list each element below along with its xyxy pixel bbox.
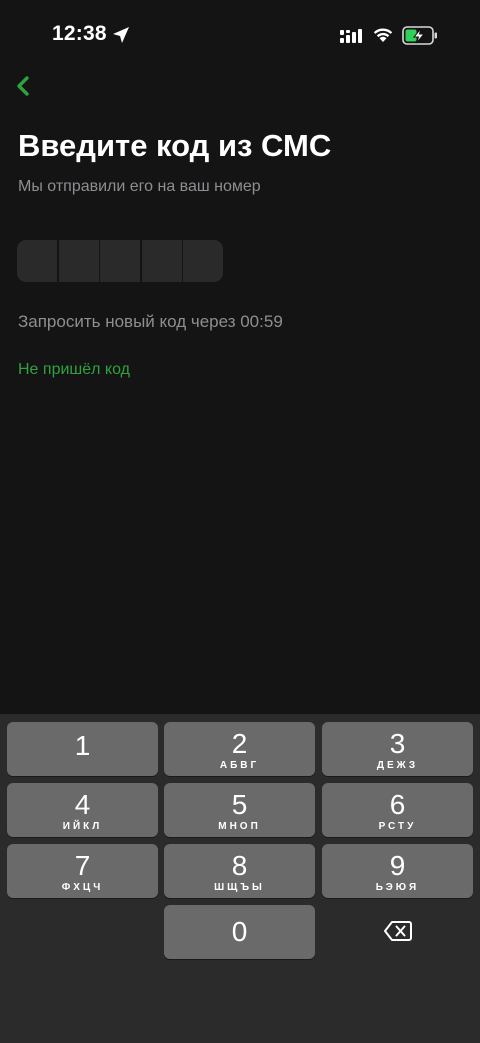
key-6[interactable]: 6 РСТУ (322, 783, 473, 837)
delete-key[interactable] (384, 920, 412, 942)
key-9[interactable]: 9 ЬЭЮЯ (322, 844, 473, 898)
key-letters: ФХЦЧ (61, 882, 104, 893)
key-letters: ИЙКЛ (62, 821, 103, 832)
page-title: Введите код из СМС (18, 128, 332, 163)
backspace-icon (384, 921, 412, 941)
key-0[interactable]: 0 (164, 905, 315, 959)
key-digit: 9 (389, 850, 406, 881)
cellular-signal-icon (340, 29, 362, 43)
location-arrow-icon (113, 27, 129, 43)
key-digit: 6 (389, 789, 406, 820)
key-digit: 7 (74, 850, 91, 881)
resend-timer-text: Запросить новый код через 00:59 (18, 312, 283, 331)
key-digit: 4 (74, 789, 91, 820)
key-digit: 5 (231, 789, 248, 820)
key-5[interactable]: 5 МНОП (164, 783, 315, 837)
key-letters: ЬЭЮЯ (375, 882, 420, 893)
chevron-left-icon (17, 76, 29, 96)
key-7[interactable]: 7 ФХЦЧ (7, 844, 158, 898)
key-digit: 1 (74, 730, 91, 761)
key-digit: 3 (389, 728, 406, 759)
key-letters: ШЩЪЫ (214, 882, 265, 893)
code-cell[interactable] (17, 240, 57, 282)
key-8[interactable]: 8 ШЩЪЫ (164, 844, 315, 898)
key-4[interactable]: 4 ИЙКЛ (7, 783, 158, 837)
key-digit: 8 (231, 850, 248, 881)
key-2[interactable]: 2 АБВГ (164, 722, 315, 776)
key-letters: ДЕЖЗ (376, 760, 419, 771)
key-digit: 2 (231, 728, 248, 759)
code-cell[interactable] (58, 240, 99, 282)
key-letters: РСТУ (378, 821, 417, 832)
key-digit: 0 (231, 916, 248, 947)
key-1[interactable]: 1 (7, 722, 158, 776)
status-time: 12:38 (52, 22, 107, 45)
status-bar: 12:38 (0, 0, 480, 70)
sms-code-input[interactable] (17, 240, 223, 282)
battery-charging-icon (402, 26, 437, 45)
key-3[interactable]: 3 ДЕЖЗ (322, 722, 473, 776)
code-cell[interactable] (141, 240, 182, 282)
subtitle: Мы отправили его на ваш номер (18, 178, 261, 195)
wifi-icon (373, 28, 393, 42)
code-not-received-link[interactable]: Не пришёл код (18, 361, 130, 379)
back-button[interactable] (8, 70, 40, 102)
code-cell[interactable] (100, 240, 140, 282)
key-letters: МНОП (218, 821, 261, 832)
code-cell[interactable] (183, 240, 223, 282)
key-letters: АБВГ (219, 760, 260, 771)
